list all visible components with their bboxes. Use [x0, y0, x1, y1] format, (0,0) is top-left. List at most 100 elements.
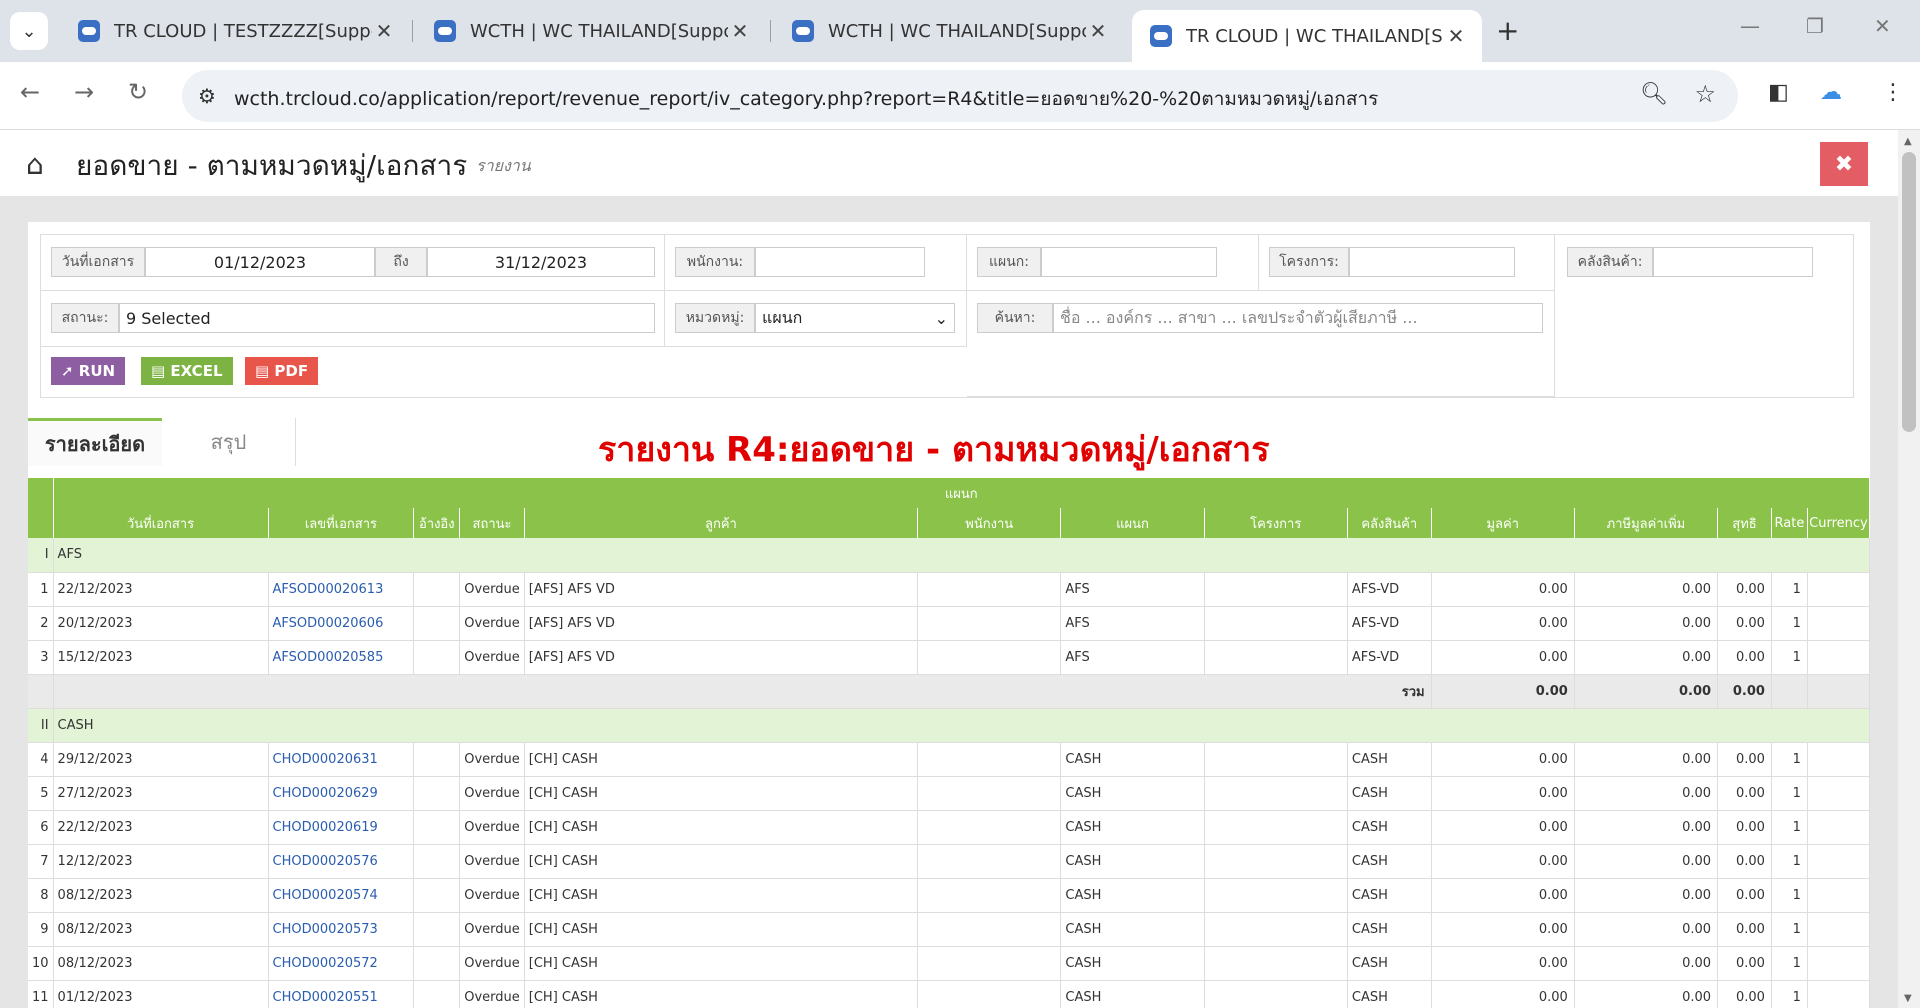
value-cell: 0.00: [1431, 742, 1575, 777]
close-report-button[interactable]: ✖: [1820, 142, 1868, 186]
warehouse-cell: CASH: [1347, 776, 1432, 811]
forward-icon[interactable]: →: [74, 78, 94, 106]
pdf-button[interactable]: ▤ PDF: [245, 357, 319, 385]
status-cell: Overdue: [459, 776, 525, 811]
browser-tab-3[interactable]: WCTH | WC THAILAND[Support] ✕: [774, 10, 1124, 52]
doc-number-link[interactable]: CHOD00020574: [268, 878, 415, 913]
scroll-down-icon[interactable]: ▼: [1904, 993, 1912, 1004]
site-info-icon[interactable]: ⚙: [198, 84, 216, 108]
tab-detail[interactable]: รายละเอียด: [28, 418, 162, 466]
category-select[interactable]: แผนก ⌄: [755, 303, 955, 333]
column-header[interactable]: คลังสินค้า: [1347, 508, 1432, 538]
scroll-thumb[interactable]: [1902, 152, 1916, 432]
employee-cell: [917, 912, 1062, 947]
new-tab-icon[interactable]: +: [1496, 14, 1519, 47]
bookmark-star-icon[interactable]: ☆: [1694, 80, 1716, 108]
restore-icon[interactable]: ❐: [1806, 14, 1824, 38]
tab-separator: [412, 20, 413, 42]
window-close-icon[interactable]: ✕: [1874, 14, 1891, 38]
close-tab-icon[interactable]: ✕: [1444, 24, 1468, 48]
doc-number-link[interactable]: AFSOD00020606: [268, 606, 415, 641]
column-header[interactable]: สุทธิ: [1717, 508, 1772, 538]
table-row: 6 22/12/2023 CHOD00020619 Overdue [CH] CASH C…: [28, 810, 1871, 845]
department-input[interactable]: [1041, 247, 1217, 277]
status-multiselect[interactable]: 9 Selected: [119, 303, 655, 333]
reference-cell: [413, 878, 461, 913]
run-button[interactable]: ➚ RUN: [51, 357, 126, 385]
date-from-input[interactable]: 01/12/2023: [145, 247, 375, 277]
doc-number-link[interactable]: CHOD00020576: [268, 844, 415, 879]
category-value: แผนก: [762, 307, 803, 327]
omnibox[interactable]: ⚙ wcth.trcloud.co/application/report/rev…: [182, 70, 1738, 122]
address-bar-row: ← → ↻ ⚙ wcth.trcloud.co/application/repo…: [0, 62, 1920, 130]
home-icon[interactable]: ⌂: [26, 148, 44, 181]
column-header[interactable]: ภาษีมูลค่าเพิ่ม: [1574, 508, 1719, 538]
column-header[interactable]: แผนก: [1060, 508, 1205, 538]
doc-date-cell: 20/12/2023: [53, 606, 269, 641]
doc-number-link[interactable]: CHOD00020619: [268, 810, 415, 845]
extension-cloud-icon[interactable]: ☁: [1820, 80, 1842, 105]
doc-number-link[interactable]: CHOD00020631: [268, 742, 415, 777]
column-header[interactable]: อ้างอิง: [413, 508, 461, 538]
net-cell: 0.00: [1717, 742, 1772, 777]
subtotal-vat: 0.00: [1574, 674, 1719, 709]
doc-number-link[interactable]: CHOD00020573: [268, 912, 415, 947]
reference-cell: [413, 946, 461, 981]
close-tab-icon[interactable]: ✕: [1086, 19, 1110, 43]
column-header[interactable]: Currency: [1807, 508, 1871, 538]
table-row: 1 22/12/2023 AFSOD00020613 Overdue [AFS] AFS…: [28, 572, 1871, 607]
browser-tab-2[interactable]: WCTH | WC THAILAND[Support] ✕: [416, 10, 766, 52]
employee-input[interactable]: [755, 247, 925, 277]
project-cell: [1204, 844, 1348, 879]
warehouse-input[interactable]: [1653, 247, 1813, 277]
department-cell: CASH: [1060, 776, 1205, 811]
browser-tab-active[interactable]: TR CLOUD | WC THAILAND[Support] ✕: [1132, 10, 1482, 62]
project-cell: [1204, 572, 1348, 607]
column-header[interactable]: มูลค่า: [1431, 508, 1575, 538]
net-cell: 0.00: [1717, 776, 1772, 811]
minimize-icon[interactable]: —: [1740, 14, 1760, 38]
currency-cell: [1807, 776, 1871, 811]
url-text[interactable]: wcth.trcloud.co/application/report/reven…: [234, 84, 1378, 114]
tab-title: WCTH | WC THAILAND[Support]: [828, 20, 1086, 42]
doc-number-link[interactable]: CHOD00020551: [268, 980, 415, 1008]
table-row: 2 20/12/2023 AFSOD00020606 Overdue [AFS] AFS…: [28, 606, 1871, 641]
side-panel-icon[interactable]: ◧: [1768, 80, 1789, 105]
doc-number-link[interactable]: CHOD00020629: [268, 776, 415, 811]
vertical-scrollbar[interactable]: ▲ ▼: [1898, 130, 1920, 1008]
group-name: CASH: [53, 708, 1871, 743]
tab-search-icon[interactable]: ⌄: [10, 12, 48, 50]
tab-title: TR CLOUD | TESTZZZZ[Support]: [114, 20, 372, 42]
vat-cell: 0.00: [1574, 878, 1719, 913]
tab-summary[interactable]: สรุป: [162, 418, 296, 466]
doc-number-link[interactable]: CHOD00020572: [268, 946, 415, 981]
column-header[interactable]: เลขที่เอกสาร: [268, 508, 415, 538]
project-input[interactable]: [1349, 247, 1515, 277]
zoom-icon[interactable]: 🔍︎: [1640, 82, 1668, 107]
back-icon[interactable]: ←: [20, 78, 40, 106]
column-header[interactable]: โครงการ: [1204, 508, 1348, 538]
browser-tab-1[interactable]: TR CLOUD | TESTZZZZ[Support] ✕: [60, 10, 410, 52]
group-header: แผนก: [53, 478, 1871, 508]
column-header[interactable]: พนักงาน: [917, 508, 1062, 538]
value-cell: 0.00: [1431, 844, 1575, 879]
doc-number-link[interactable]: AFSOD00020585: [268, 640, 415, 675]
value-cell: 0.00: [1431, 606, 1575, 641]
column-header[interactable]: สถานะ: [459, 508, 525, 538]
close-tab-icon[interactable]: ✕: [372, 19, 396, 43]
close-tab-icon[interactable]: ✕: [728, 19, 752, 43]
doc-date-cell: 08/12/2023: [53, 912, 269, 947]
row-number: 8: [28, 878, 54, 913]
menu-kebab-icon[interactable]: ⋮: [1882, 80, 1904, 105]
column-header[interactable]: วันที่เอกสาร: [53, 508, 269, 538]
date-to-input[interactable]: 31/12/2023: [427, 247, 655, 277]
column-header[interactable]: ลูกค้า: [524, 508, 919, 538]
pdf-label: PDF: [274, 362, 309, 380]
column-header[interactable]: Rate: [1771, 508, 1808, 538]
vat-cell: 0.00: [1574, 946, 1719, 981]
search-input[interactable]: ชื่อ ... องค์กร ... สาขา ... เลขประจำตัว…: [1053, 303, 1543, 333]
doc-number-link[interactable]: AFSOD00020613: [268, 572, 415, 607]
scroll-up-icon[interactable]: ▲: [1904, 136, 1912, 147]
reload-icon[interactable]: ↻: [128, 78, 148, 106]
excel-button[interactable]: ▤ EXCEL: [141, 357, 233, 385]
